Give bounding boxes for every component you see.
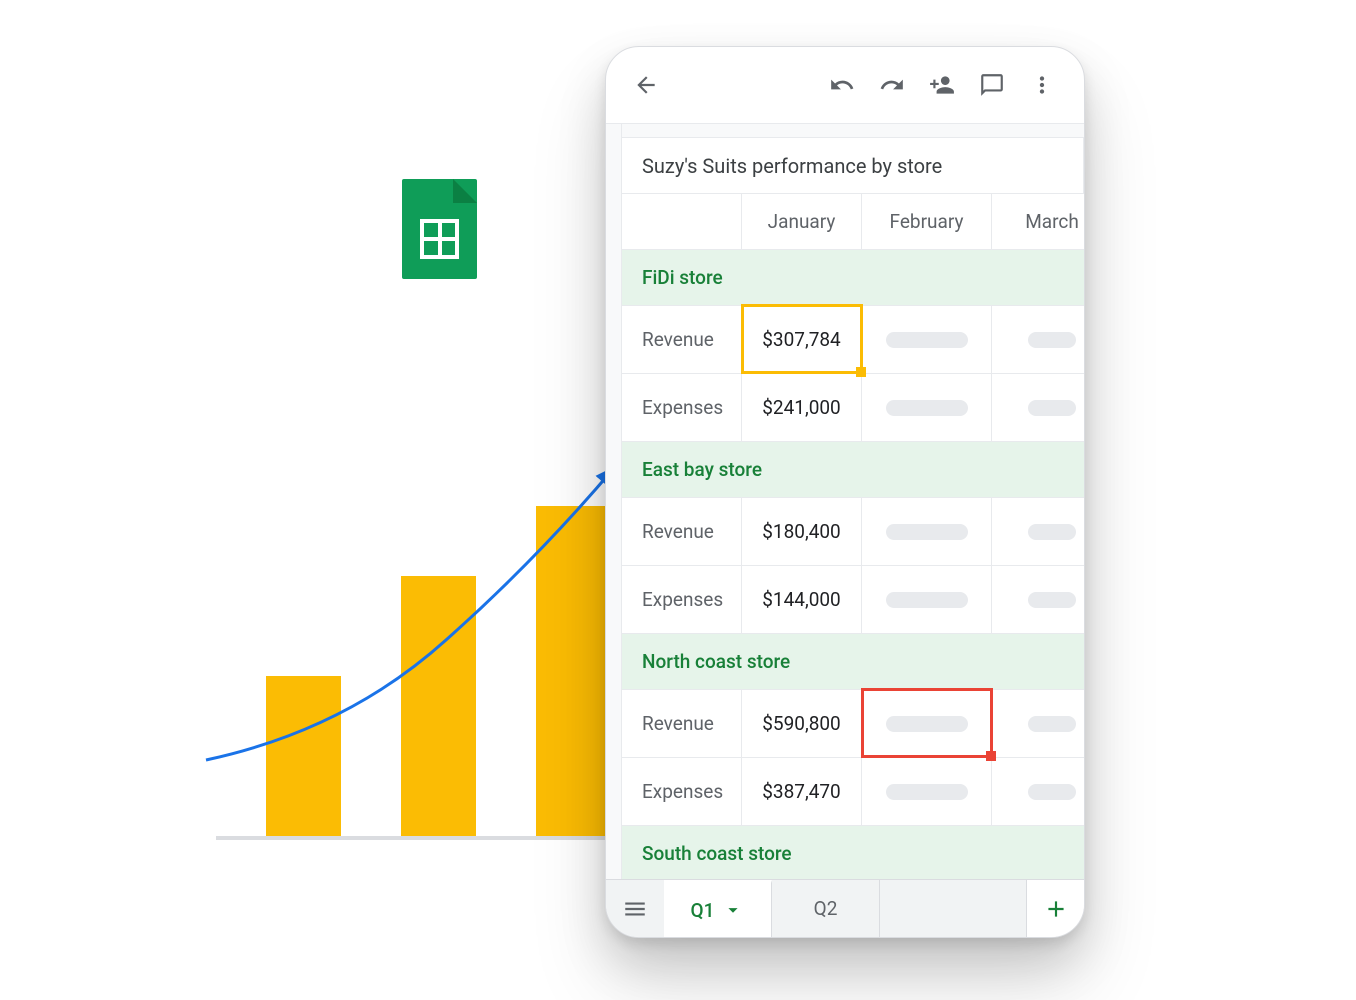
placeholder-icon (1028, 524, 1076, 540)
placeholder-icon (886, 716, 968, 732)
data-cell[interactable] (862, 306, 992, 373)
placeholder-icon (886, 400, 968, 416)
row-label[interactable]: Expenses (622, 374, 742, 441)
row-label[interactable]: Revenue (622, 498, 742, 565)
data-cell[interactable] (992, 374, 1084, 441)
section-header-row[interactable]: South coast store (622, 826, 1084, 879)
row-label[interactable]: Expenses (622, 758, 742, 825)
plus-icon (1043, 896, 1069, 922)
month-header[interactable]: January (742, 194, 862, 249)
data-cell[interactable]: $144,000 (742, 566, 862, 633)
app-toolbar (606, 47, 1084, 123)
data-cell[interactable] (862, 498, 992, 565)
trend-arrow-icon (206, 440, 636, 840)
data-row[interactable]: Expenses $144,000 (622, 566, 1084, 634)
data-cell[interactable] (992, 566, 1084, 633)
comment-icon (979, 72, 1005, 98)
add-sheet-button[interactable] (1026, 880, 1084, 937)
placeholder-icon (886, 784, 968, 800)
placeholder-icon (886, 332, 968, 348)
month-header[interactable]: March (992, 194, 1084, 249)
column-header-strip (622, 124, 1084, 138)
data-cell[interactable]: $180,400 (742, 498, 862, 565)
data-cell[interactable]: $241,000 (742, 374, 862, 441)
section-header-row[interactable]: North coast store (622, 634, 1084, 690)
back-button[interactable] (624, 63, 668, 107)
row-label[interactable]: Revenue (622, 690, 742, 757)
placeholder-icon (886, 592, 968, 608)
data-cell[interactable] (862, 374, 992, 441)
data-cell[interactable] (992, 306, 1084, 373)
data-cell[interactable]: $387,470 (742, 758, 862, 825)
placeholder-icon (1028, 784, 1076, 800)
title-row[interactable]: Suzy's Suits performance by store (622, 138, 1084, 194)
data-cell[interactable] (992, 690, 1084, 757)
placeholder-icon (1028, 716, 1076, 732)
data-row[interactable]: Revenue $590,800 (622, 690, 1084, 758)
undo-button[interactable] (820, 63, 864, 107)
section-name[interactable]: South coast store (622, 826, 1084, 879)
row-label[interactable]: Expenses (622, 566, 742, 633)
section-name[interactable]: East bay store (622, 442, 1084, 497)
undo-icon (829, 72, 855, 98)
data-cell[interactable]: $307,784 (742, 306, 862, 373)
data-cell[interactable] (992, 758, 1084, 825)
redo-button[interactable] (870, 63, 914, 107)
all-sheets-button[interactable] (606, 880, 664, 937)
section-name[interactable]: FiDi store (622, 250, 1084, 305)
menu-icon (622, 896, 648, 922)
month-header[interactable]: February (862, 194, 992, 249)
placeholder-icon (1028, 592, 1076, 608)
data-cell[interactable] (992, 498, 1084, 565)
data-row[interactable]: Expenses $387,470 (622, 758, 1084, 826)
more-vert-icon (1029, 72, 1055, 98)
chevron-down-icon (722, 899, 744, 921)
row-gutter (606, 124, 622, 879)
sheet-tab-q2[interactable]: Q2 (772, 880, 880, 937)
data-row[interactable]: Expenses $241,000 (622, 374, 1084, 442)
empty-cell[interactable] (622, 194, 742, 249)
placeholder-icon (1028, 400, 1076, 416)
row-label[interactable]: Revenue (622, 306, 742, 373)
more-button[interactable] (1020, 63, 1064, 107)
section-header-row[interactable]: FiDi store (622, 250, 1084, 306)
spreadsheet-grid[interactable]: Suzy's Suits performance by store Januar… (606, 123, 1084, 879)
data-cell[interactable]: $590,800 (742, 690, 862, 757)
share-button[interactable] (920, 63, 964, 107)
data-cell[interactable] (862, 690, 992, 757)
phone-mockup: Suzy's Suits performance by store Januar… (605, 46, 1085, 938)
person-add-icon (929, 72, 955, 98)
placeholder-icon (886, 524, 968, 540)
placeholder-icon (1028, 332, 1076, 348)
sheet-tab-bar: Q1 Q2 (606, 879, 1084, 937)
section-header-row[interactable]: East bay store (622, 442, 1084, 498)
spreadsheet-title-cell[interactable]: Suzy's Suits performance by store (622, 138, 1084, 193)
decorative-bar-chart (216, 480, 616, 840)
sheet-tab-q1[interactable]: Q1 (664, 880, 772, 937)
data-row[interactable]: Revenue $307,784 (622, 306, 1084, 374)
data-cell[interactable] (862, 566, 992, 633)
tab-label: Q1 (691, 899, 715, 922)
arrow-left-icon (633, 72, 659, 98)
section-name[interactable]: North coast store (622, 634, 1084, 689)
months-header-row[interactable]: January February March (622, 194, 1084, 250)
comments-button[interactable] (970, 63, 1014, 107)
tab-label: Q2 (814, 897, 838, 920)
redo-icon (879, 72, 905, 98)
sheets-file-icon (402, 179, 477, 279)
data-row[interactable]: Revenue $180,400 (622, 498, 1084, 566)
data-cell[interactable] (862, 758, 992, 825)
